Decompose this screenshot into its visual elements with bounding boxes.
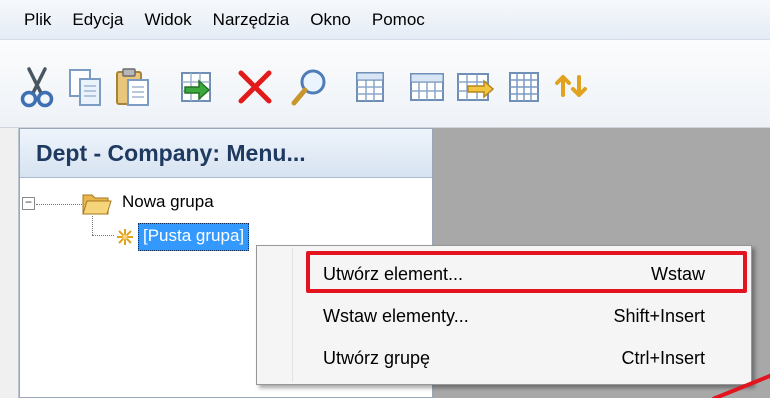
- cut-button[interactable]: [12, 62, 62, 112]
- paste-button[interactable]: [108, 62, 158, 112]
- tree-item-group[interactable]: Nowa grupa: [122, 192, 214, 212]
- menu-plik[interactable]: Plik: [24, 10, 51, 30]
- menu-item-shortcut: Ctrl+Insert: [621, 347, 705, 368]
- menu-okno[interactable]: Okno: [310, 10, 351, 30]
- tree-connector: [92, 235, 114, 236]
- cut-icon: [20, 67, 54, 108]
- menu-pomoc[interactable]: Pomoc: [372, 10, 425, 30]
- grid-table-button[interactable]: [498, 62, 548, 112]
- grid-export-button[interactable]: [449, 62, 499, 112]
- search-icon: [291, 69, 326, 106]
- delete-icon: [238, 70, 272, 104]
- sparkle-icon: [117, 229, 133, 245]
- swap-button[interactable]: [548, 62, 598, 112]
- grid-table-icon: [509, 72, 539, 102]
- menu-edycja[interactable]: Edycja: [72, 10, 123, 30]
- grid-split-icon: [410, 73, 444, 101]
- menu-item-label: Utwórz grupę: [323, 347, 431, 368]
- tree-connector: [36, 204, 82, 205]
- grid-split-button[interactable]: [402, 62, 452, 112]
- import-icon: [181, 72, 211, 102]
- toolbar: [0, 40, 770, 128]
- grid-export-icon: [457, 73, 495, 101]
- application-window: Plik Edycja Widok Narzędzia Okno Pomoc D…: [0, 0, 770, 398]
- copy-icon: [69, 69, 101, 106]
- paste-icon: [116, 68, 149, 106]
- menu-bar: Plik Edycja Widok Narzędzia Okno Pomoc: [0, 0, 770, 40]
- tree-connector: [92, 216, 93, 235]
- search-button[interactable]: [285, 62, 335, 112]
- menu-item-create-group[interactable]: Utwórz grupę Ctrl+Insert: [303, 340, 743, 376]
- copy-button[interactable]: [60, 62, 110, 112]
- dock-edge: [0, 128, 19, 398]
- menu-item-insert-elements[interactable]: Wstaw elementy... Shift+Insert: [303, 298, 743, 334]
- delete-button[interactable]: [230, 62, 280, 112]
- grid-icon: [356, 72, 384, 102]
- grid-button[interactable]: [344, 62, 394, 112]
- menu-item-shortcut: Shift+Insert: [613, 305, 705, 326]
- collapse-icon[interactable]: −: [22, 196, 35, 210]
- swap-icon: [555, 75, 587, 97]
- panel-title: Dept - Company: Menu...: [20, 129, 432, 178]
- menu-item-label: Wstaw elementy...: [323, 305, 469, 326]
- import-button[interactable]: [170, 62, 220, 112]
- annotation-highlight-box: [306, 251, 747, 293]
- menu-narzedzia[interactable]: Narzędzia: [213, 10, 290, 30]
- menu-widok[interactable]: Widok: [144, 10, 191, 30]
- menu-gutter: [292, 248, 293, 382]
- folder-open-icon: [82, 194, 112, 215]
- tree-item-empty-group[interactable]: [Pusta grupa]: [138, 223, 250, 251]
